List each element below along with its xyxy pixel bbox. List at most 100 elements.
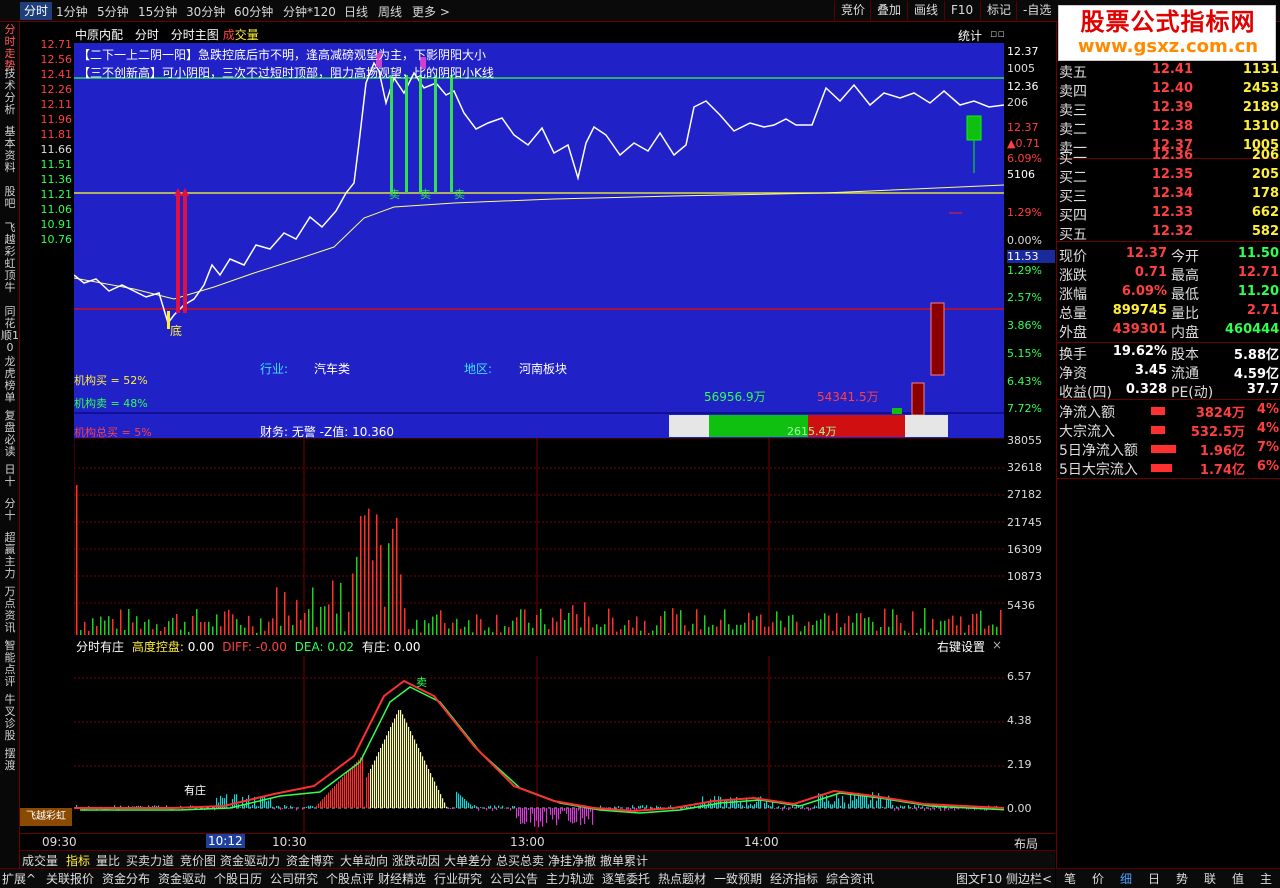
stats-button[interactable]: 统计	[958, 27, 982, 44]
indicator-tab-7[interactable]: 大单动向	[340, 852, 388, 869]
mode-label[interactable]: 分时	[135, 28, 159, 42]
orderbook-buy-row: 买三 12.34 178	[1057, 186, 1280, 205]
right-tab-3[interactable]: 日	[1148, 870, 1160, 887]
time-1300: 13:00	[510, 835, 545, 849]
indicator-settings[interactable]: 右键设置	[937, 638, 985, 655]
right-tab-4[interactable]: 势	[1176, 870, 1188, 887]
left-tab-10[interactable]: 分十	[1, 498, 19, 530]
info-tab-10[interactable]: 主力轨迹	[546, 870, 594, 887]
tab-daily[interactable]: 日线	[344, 3, 368, 20]
indicator-suffix[interactable]: 交量	[235, 28, 259, 42]
info-tab-1[interactable]: 关联报价	[46, 870, 94, 887]
left-tab-0[interactable]: 分时走势	[1, 24, 19, 72]
left-tab-4[interactable]: 飞越彩虹	[1, 222, 19, 270]
time-axis: 09:30 10:12 10:30 13:00 14:00 布局	[20, 833, 1055, 851]
left-tab-11[interactable]: 超赢主力	[1, 532, 19, 584]
indicator-tab-11[interactable]: 净挂净撤	[548, 852, 596, 869]
close-icon[interactable]: ×	[992, 638, 1002, 652]
info-tab-4[interactable]: 个股日历	[214, 870, 262, 887]
indicator-tab-3[interactable]: 买卖力道	[126, 852, 174, 869]
info-tab-3[interactable]: 资金驱动	[158, 870, 206, 887]
info-tab-9[interactable]: 公司公告	[490, 870, 538, 887]
average-price-line	[73, 184, 1005, 300]
indicator-tab-9[interactable]: 大单差分	[444, 852, 492, 869]
main-chart-label[interactable]: 分时主图	[171, 28, 219, 42]
info-tab-2[interactable]: 资金分布	[102, 870, 150, 887]
right-tab-2[interactable]: 细	[1120, 870, 1132, 887]
right-tab-7[interactable]: 主	[1260, 870, 1272, 887]
info-tab-17[interactable]: 侧边栏<	[1006, 870, 1052, 887]
watchlist-button[interactable]: -自选	[1016, 1, 1057, 20]
info-tab-5[interactable]: 公司研究	[270, 870, 318, 887]
left-tab-7[interactable]: 龙虎榜单	[1, 356, 19, 408]
draw-button[interactable]: 画线	[907, 1, 944, 20]
tab-more[interactable]: 更多 >	[412, 3, 450, 20]
banner-title: 股票公式指标网	[1080, 8, 1256, 36]
tab-weekly[interactable]: 周线	[378, 3, 402, 20]
tab-fenshi[interactable]: 分时	[20, 2, 53, 20]
indicator-tab-0[interactable]: 成交量	[22, 852, 58, 869]
quote-value: 12.71	[1237, 265, 1279, 280]
time-0930: 09:30	[42, 835, 77, 849]
indicator-tab-1[interactable]: 指标	[66, 852, 90, 869]
overlay-button[interactable]: 叠加	[870, 1, 907, 20]
indicator-tab-8[interactable]: 涨跌动因	[392, 852, 440, 869]
right-bottom-tabs: 笔价细日势联值主	[1056, 868, 1280, 888]
volume-tick-1: 32618	[1007, 461, 1042, 474]
left-tab-6[interactable]: 同花顺10	[1, 306, 19, 354]
quote-value: 5.88亿	[1233, 348, 1279, 363]
info-tab-16[interactable]: 图文F10	[956, 870, 1002, 887]
left-tab-13[interactable]: 智能点评	[1, 640, 19, 692]
left-tab-14[interactable]: 牛叉诊股	[1, 694, 19, 746]
price-tick-right-7: 5106	[1007, 168, 1035, 181]
tab-5min[interactable]: 5分钟	[97, 3, 129, 20]
indicator-tab-6[interactable]: 资金博弈	[286, 852, 334, 869]
left-tab-1[interactable]: 技术分析	[1, 68, 19, 124]
info-tab-14[interactable]: 经济指标	[770, 870, 818, 887]
volume-panel[interactable]	[73, 437, 1004, 635]
indicator-panel[interactable]: 卖有庄 分时有庄 高度控盘: 0.00 DIFF: -0.00 DEA: 0.0…	[74, 636, 1011, 833]
info-tab-15[interactable]: 综合资讯	[826, 870, 874, 887]
tab-30min[interactable]: 30分钟	[186, 3, 225, 20]
mark-button[interactable]: 标记	[980, 1, 1017, 20]
left-tab-8[interactable]: 复盘必读	[1, 410, 19, 462]
tab-15min[interactable]: 15分钟	[138, 3, 177, 20]
info-tab-13[interactable]: 一致预期	[714, 870, 762, 887]
indicator-tab-10[interactable]: 总买总卖	[496, 852, 544, 869]
rainbow-logo[interactable]: 飞越彩虹	[20, 808, 72, 826]
right-tab-5[interactable]: 联	[1204, 870, 1216, 887]
left-tab-15[interactable]: 摆渡	[1, 748, 19, 776]
info-tab-11[interactable]: 逐笔委托	[602, 870, 650, 887]
left-tab-12[interactable]: 万点资讯	[1, 586, 19, 638]
indicator-tab-2[interactable]: 量比	[96, 852, 120, 869]
info-tab-8[interactable]: 行业研究	[434, 870, 482, 887]
tab-120min[interactable]: 分钟*120	[283, 3, 336, 20]
left-tab-9[interactable]: 日十	[1, 464, 19, 496]
chart-window-icons[interactable]: ▫▫	[990, 27, 1005, 40]
orderbook-label: 买三	[1059, 189, 1087, 205]
right-tab-6[interactable]: 值	[1232, 870, 1244, 887]
tab-60min[interactable]: 60分钟	[234, 3, 273, 20]
price-tick-right-4: 12.37	[1007, 121, 1039, 134]
left-tab-5[interactable]: 顶牛	[1, 270, 19, 304]
indicator-tab-5[interactable]: 资金驱动力	[220, 852, 280, 869]
price-chart-panel[interactable]: 56956.9万 54341.5万 2615.4万 底 卖 卖 卖 【二下一上二…	[73, 43, 1005, 439]
price-tick-left-11: 11.06	[40, 203, 73, 216]
quote-value: 899745	[1112, 303, 1167, 318]
left-vertical-tabs: 分时走势 技术分析基本资料股吧飞越彩虹 顶牛同花顺10 龙虎榜单复盘必读日十 分十超赢主…	[0, 22, 20, 888]
price-tick-right-9: 0.00%	[1007, 234, 1042, 247]
info-tab-7[interactable]: 财经精选	[378, 870, 426, 887]
info-tab-6[interactable]: 个股点评	[326, 870, 374, 887]
right-tab-1[interactable]: 价	[1092, 870, 1104, 887]
left-tab-3[interactable]: 股吧	[1, 186, 19, 220]
tab-1min[interactable]: 1分钟	[56, 3, 88, 20]
f10-button[interactable]: F10	[944, 1, 979, 20]
auction-button[interactable]: 竞价	[834, 1, 871, 20]
indicator-tab-12[interactable]: 撤单累计	[600, 852, 648, 869]
indicator-tab-4[interactable]: 竞价图	[180, 852, 216, 869]
right-tab-0[interactable]: 笔	[1064, 870, 1076, 887]
indicator-prefix[interactable]: 成	[223, 28, 235, 42]
left-tab-2[interactable]: 基本资料	[1, 126, 19, 184]
info-tab-0[interactable]: 扩展^	[2, 870, 36, 887]
info-tab-12[interactable]: 热点题材	[658, 870, 706, 887]
